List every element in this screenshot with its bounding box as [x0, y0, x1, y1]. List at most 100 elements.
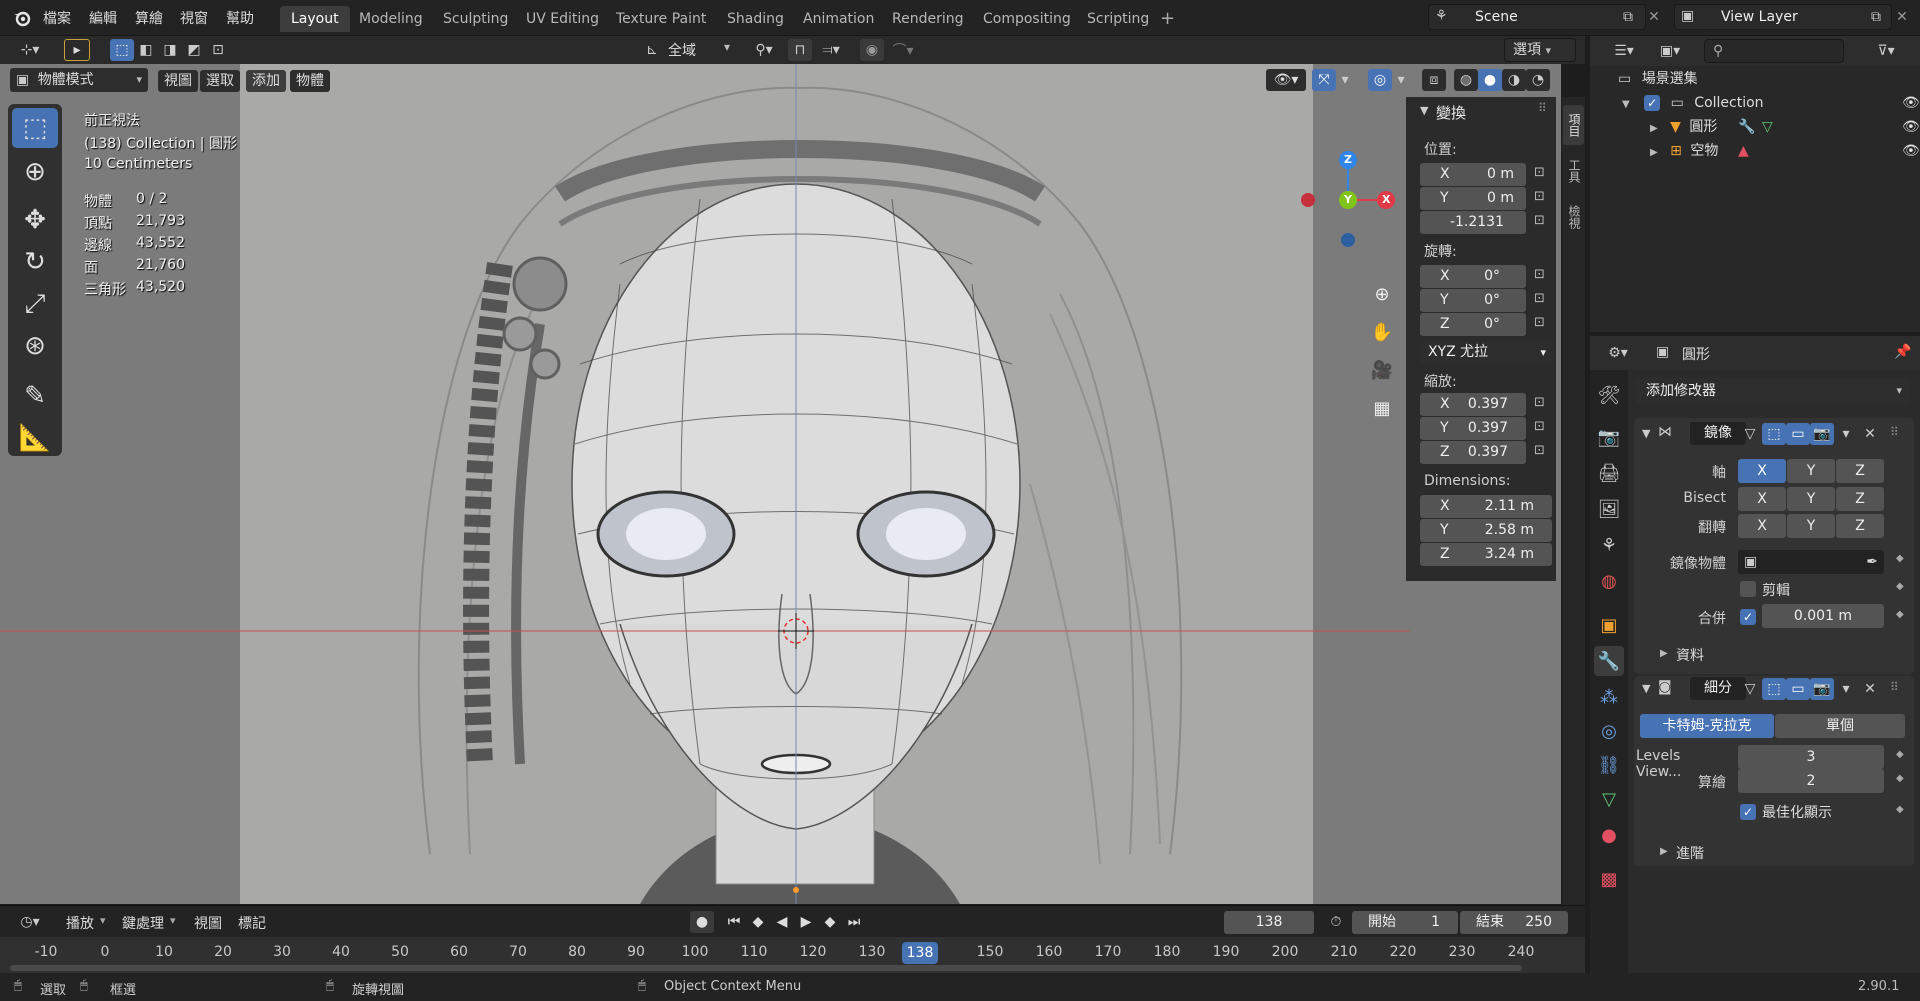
- drag-handle-icon[interactable]: ⠿: [1538, 101, 1547, 115]
- rendered-shading-icon[interactable]: ◔: [1526, 69, 1550, 91]
- play-reverse-icon[interactable]: ◀: [770, 911, 794, 933]
- particle-properties-icon[interactable]: ⁂: [1594, 682, 1624, 712]
- animate-property-icon[interactable]: ◆: [1896, 773, 1904, 784]
- lock-icon[interactable]: ⊡: [1534, 189, 1545, 204]
- dimension-x-field[interactable]: X 2.11 m: [1420, 495, 1552, 518]
- realtime-toggle-icon[interactable]: ▭: [1786, 423, 1810, 445]
- axis-y-toggle[interactable]: Y: [1787, 459, 1835, 483]
- edit-mode-toggle-icon[interactable]: ▽: [1738, 678, 1762, 700]
- scale-y-field[interactable]: Y 0.397: [1420, 417, 1526, 440]
- move-tool-icon[interactable]: ✥: [12, 200, 58, 240]
- bisect-z-toggle[interactable]: Z: [1836, 487, 1884, 511]
- play-icon[interactable]: ▶: [794, 911, 818, 933]
- editor-type-icon[interactable]: ⊹▾: [10, 39, 50, 61]
- current-frame-field[interactable]: 138: [1224, 911, 1314, 934]
- rotation-z-field[interactable]: Z 0°: [1420, 313, 1526, 336]
- view-layer-properties-icon[interactable]: 🖼: [1594, 494, 1624, 524]
- select-box-tool-icon[interactable]: ⬚: [12, 108, 58, 148]
- optimal-display-checkbox[interactable]: ✓: [1740, 804, 1756, 820]
- disclosure-icon[interactable]: ▶: [1650, 123, 1658, 134]
- expand-icon[interactable]: ▼: [1420, 104, 1428, 117]
- tab-view[interactable]: 檢視: [1563, 197, 1584, 237]
- animate-property-icon[interactable]: ◆: [1896, 581, 1904, 592]
- remove-scene-icon[interactable]: ✕: [1642, 6, 1666, 28]
- scene-properties-icon[interactable]: ⚘: [1594, 530, 1624, 560]
- menu-keying[interactable]: 鍵處理: [122, 913, 164, 933]
- modifier-menu-icon[interactable]: ▾: [1834, 423, 1858, 445]
- axis-z-toggle[interactable]: Z: [1836, 459, 1884, 483]
- material-shading-icon[interactable]: ◑: [1502, 69, 1526, 91]
- tab-animation[interactable]: Animation: [792, 6, 885, 32]
- tool-properties-icon[interactable]: 🛠: [1594, 380, 1624, 410]
- rotation-x-field[interactable]: X 0°: [1420, 265, 1526, 288]
- cage-toggle-icon[interactable]: ⬚: [1762, 678, 1786, 700]
- eye-icon[interactable]: 👁: [1902, 139, 1920, 163]
- record-icon[interactable]: ●: [690, 911, 714, 933]
- animate-property-icon[interactable]: ◆: [1896, 749, 1904, 760]
- 3d-viewport[interactable]: ▣ 物體模式 ▾ 視圖 選取 添加 物體 👁▾ ⤧ ▾ ◎ ▾ ⧈ ◍ ● ◑ …: [0, 64, 1561, 904]
- start-frame-field[interactable]: 開始 1: [1352, 911, 1458, 934]
- camera-view-icon[interactable]: 🎥: [1368, 356, 1396, 384]
- rotation-y-field[interactable]: Y 0°: [1420, 289, 1526, 312]
- drag-handle-icon[interactable]: ⠿: [1890, 425, 1899, 439]
- scale-tool-icon[interactable]: ⤢: [12, 284, 58, 324]
- render-levels-field[interactable]: 2: [1738, 769, 1884, 793]
- modifier-properties-icon[interactable]: 🔧: [1594, 646, 1624, 676]
- add-modifier-dropdown[interactable]: 添加修改器 ▾: [1636, 378, 1910, 404]
- simple-toggle[interactable]: 單個: [1775, 714, 1905, 738]
- tab-uv-editing[interactable]: UV Editing: [515, 6, 610, 32]
- render-properties-icon[interactable]: 📷: [1594, 422, 1624, 452]
- lock-icon[interactable]: ⊡: [1534, 267, 1545, 282]
- scale-x-field[interactable]: X 0.397: [1420, 393, 1526, 416]
- select-intersect-icon[interactable]: ⊡: [206, 39, 230, 61]
- tab-modeling[interactable]: Modeling: [348, 6, 434, 32]
- pivot-point-icon[interactable]: ⚲▾: [748, 39, 780, 61]
- solid-shading-icon[interactable]: ●: [1478, 69, 1502, 91]
- location-y-field[interactable]: Y 0 m: [1420, 187, 1526, 210]
- outliner-row-scene-collection[interactable]: ▭ 場景選集: [1618, 67, 1908, 91]
- clipping-checkbox[interactable]: [1740, 581, 1756, 597]
- bisect-x-toggle[interactable]: X: [1738, 487, 1786, 511]
- render-toggle-icon[interactable]: 📷: [1810, 423, 1834, 445]
- edit-mode-toggle-icon[interactable]: ▽: [1738, 423, 1762, 445]
- tab-shading[interactable]: Shading: [716, 6, 795, 32]
- menu-view[interactable]: 視圖: [158, 70, 198, 92]
- visibility-icon[interactable]: 👁▾: [1266, 69, 1306, 91]
- jump-start-icon[interactable]: ⏮: [722, 911, 746, 933]
- menu-playback[interactable]: 播放: [66, 913, 94, 933]
- view-layer-selector[interactable]: ▣ View Layer: [1674, 4, 1892, 30]
- eye-icon[interactable]: 👁: [1902, 91, 1920, 115]
- blender-logo-icon[interactable]: [12, 8, 32, 28]
- lock-icon[interactable]: ⊡: [1534, 213, 1545, 228]
- gizmo-toggle-icon[interactable]: ⤧: [1312, 69, 1336, 91]
- outliner-row-collection[interactable]: ▼ ✓ ▭ Collection 👁: [1622, 91, 1920, 115]
- advanced-subpanel-label[interactable]: 進階: [1676, 843, 1704, 863]
- timeline-scrollbar[interactable]: [10, 965, 1522, 971]
- tab-layout[interactable]: Layout: [280, 6, 350, 32]
- snap-icon[interactable]: ⊓: [788, 39, 812, 61]
- properties-editor-icon[interactable]: ⚙▾: [1600, 342, 1636, 364]
- transform-orientation-select[interactable]: 全域: [668, 40, 696, 60]
- outliner-editor-icon[interactable]: ☰▾: [1606, 40, 1642, 62]
- add-workspace-button[interactable]: +: [1160, 8, 1175, 29]
- select-subtract-icon[interactable]: ◨: [158, 39, 182, 61]
- checkbox-icon[interactable]: ✓: [1644, 95, 1661, 111]
- overlay-dropdown-icon[interactable]: ▾: [1392, 69, 1410, 91]
- render-toggle-icon[interactable]: 📷: [1810, 678, 1834, 700]
- rotation-mode-select[interactable]: XYZ 尤拉 ▾: [1420, 341, 1552, 364]
- current-frame-marker[interactable]: 138: [902, 942, 938, 964]
- modifier-menu-icon[interactable]: ▾: [1834, 678, 1858, 700]
- display-mode-icon[interactable]: ▣▾: [1652, 40, 1688, 62]
- mode-selector[interactable]: ▣ 物體模式 ▾: [10, 68, 148, 92]
- outliner-search[interactable]: ⚲: [1704, 39, 1844, 63]
- end-frame-field[interactable]: 結束 250: [1460, 911, 1568, 934]
- menu-object[interactable]: 物體: [290, 70, 330, 92]
- lock-icon[interactable]: ⊡: [1534, 419, 1545, 434]
- eyedropper-icon[interactable]: ✒: [1866, 550, 1878, 574]
- measure-tool-icon[interactable]: 📐: [12, 418, 58, 458]
- timeline-ruler[interactable]: -10 0 10 20 30 40 50 60 70 80 90 100 110…: [0, 937, 1585, 973]
- select-new-icon[interactable]: ⬚: [110, 39, 134, 61]
- merge-distance-field[interactable]: 0.001 m: [1762, 604, 1884, 628]
- wireframe-shading-icon[interactable]: ◍: [1454, 69, 1478, 91]
- menu-window[interactable]: 視窗: [180, 8, 208, 28]
